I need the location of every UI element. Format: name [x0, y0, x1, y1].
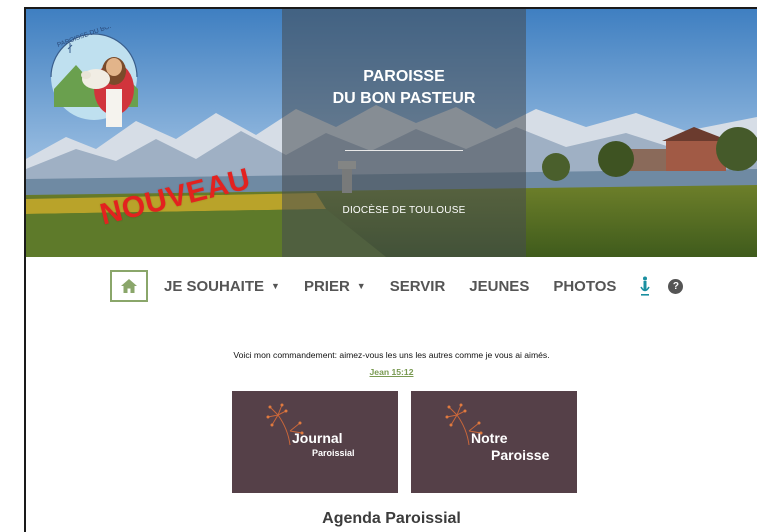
site-title[interactable]: PAROISSE DU BON PASTEUR	[282, 66, 526, 110]
page-frame: PAROISSE DU BON PASTEUR DIOCÈSE DE TOULO…	[24, 7, 757, 532]
nav-label: JEUNES	[469, 277, 530, 295]
nav-label: SERVIR	[389, 277, 446, 295]
card-title: Notre	[471, 430, 508, 446]
card-title: Journal	[292, 430, 343, 446]
verse-reference-link[interactable]: Jean 15:12	[26, 367, 757, 377]
home-icon	[121, 279, 137, 293]
card-subtitle: Paroisse	[491, 447, 550, 463]
card-journal-paroissial[interactable]: Journal Paroissial	[232, 391, 398, 493]
title-divider	[345, 150, 463, 151]
nav-label: JE SOUHAITE	[164, 277, 265, 295]
accessibility-button[interactable]	[640, 276, 651, 296]
home-button[interactable]	[110, 270, 148, 302]
card-notre-paroisse[interactable]: Notre Paroisse	[411, 391, 577, 493]
site-title-line1: PAROISSE	[363, 68, 445, 85]
nav-item-prier[interactable]: PRIER ▼	[304, 278, 366, 295]
parish-logo[interactable]: PAROISSE DU BON PASTEUR	[46, 27, 144, 132]
accessibility-icon	[640, 276, 651, 296]
nav-item-jeunes[interactable]: JEUNES	[469, 278, 529, 295]
nav-item-je-souhaite[interactable]: JE SOUHAITE ▼	[164, 278, 280, 295]
hero-banner: PAROISSE DU BON PASTEUR DIOCÈSE DE TOULO…	[26, 9, 757, 257]
nav-item-photos[interactable]: PHOTOS	[553, 278, 616, 295]
site-title-line2: DU BON PASTEUR	[332, 90, 476, 107]
agenda-heading: Agenda Paroissial	[322, 510, 461, 527]
caret-down-icon: ▼	[271, 281, 280, 291]
diocese-label: DIOCÈSE DE TOULOUSE	[342, 205, 466, 216]
verse-text: Voici mon commandement: aimez-vous les u…	[233, 350, 550, 360]
nav-label: PRIER	[303, 277, 350, 295]
title-panel: PAROISSE DU BON PASTEUR DIOCÈSE DE TOULO…	[282, 9, 526, 257]
good-shepherd-logo-icon: PAROISSE DU BON PASTEUR	[50, 27, 144, 127]
nav-item-servir[interactable]: SERVIR	[390, 278, 446, 295]
nav-label: PHOTOS	[553, 277, 617, 295]
caret-down-icon: ▼	[356, 281, 366, 291]
main-nav: JE SOUHAITE ▼ PRIER ▼ SERVIR JEUNES PHOT…	[110, 267, 684, 305]
card-subtitle: Paroissial	[312, 448, 355, 458]
help-icon[interactable]: ?	[668, 278, 684, 294]
